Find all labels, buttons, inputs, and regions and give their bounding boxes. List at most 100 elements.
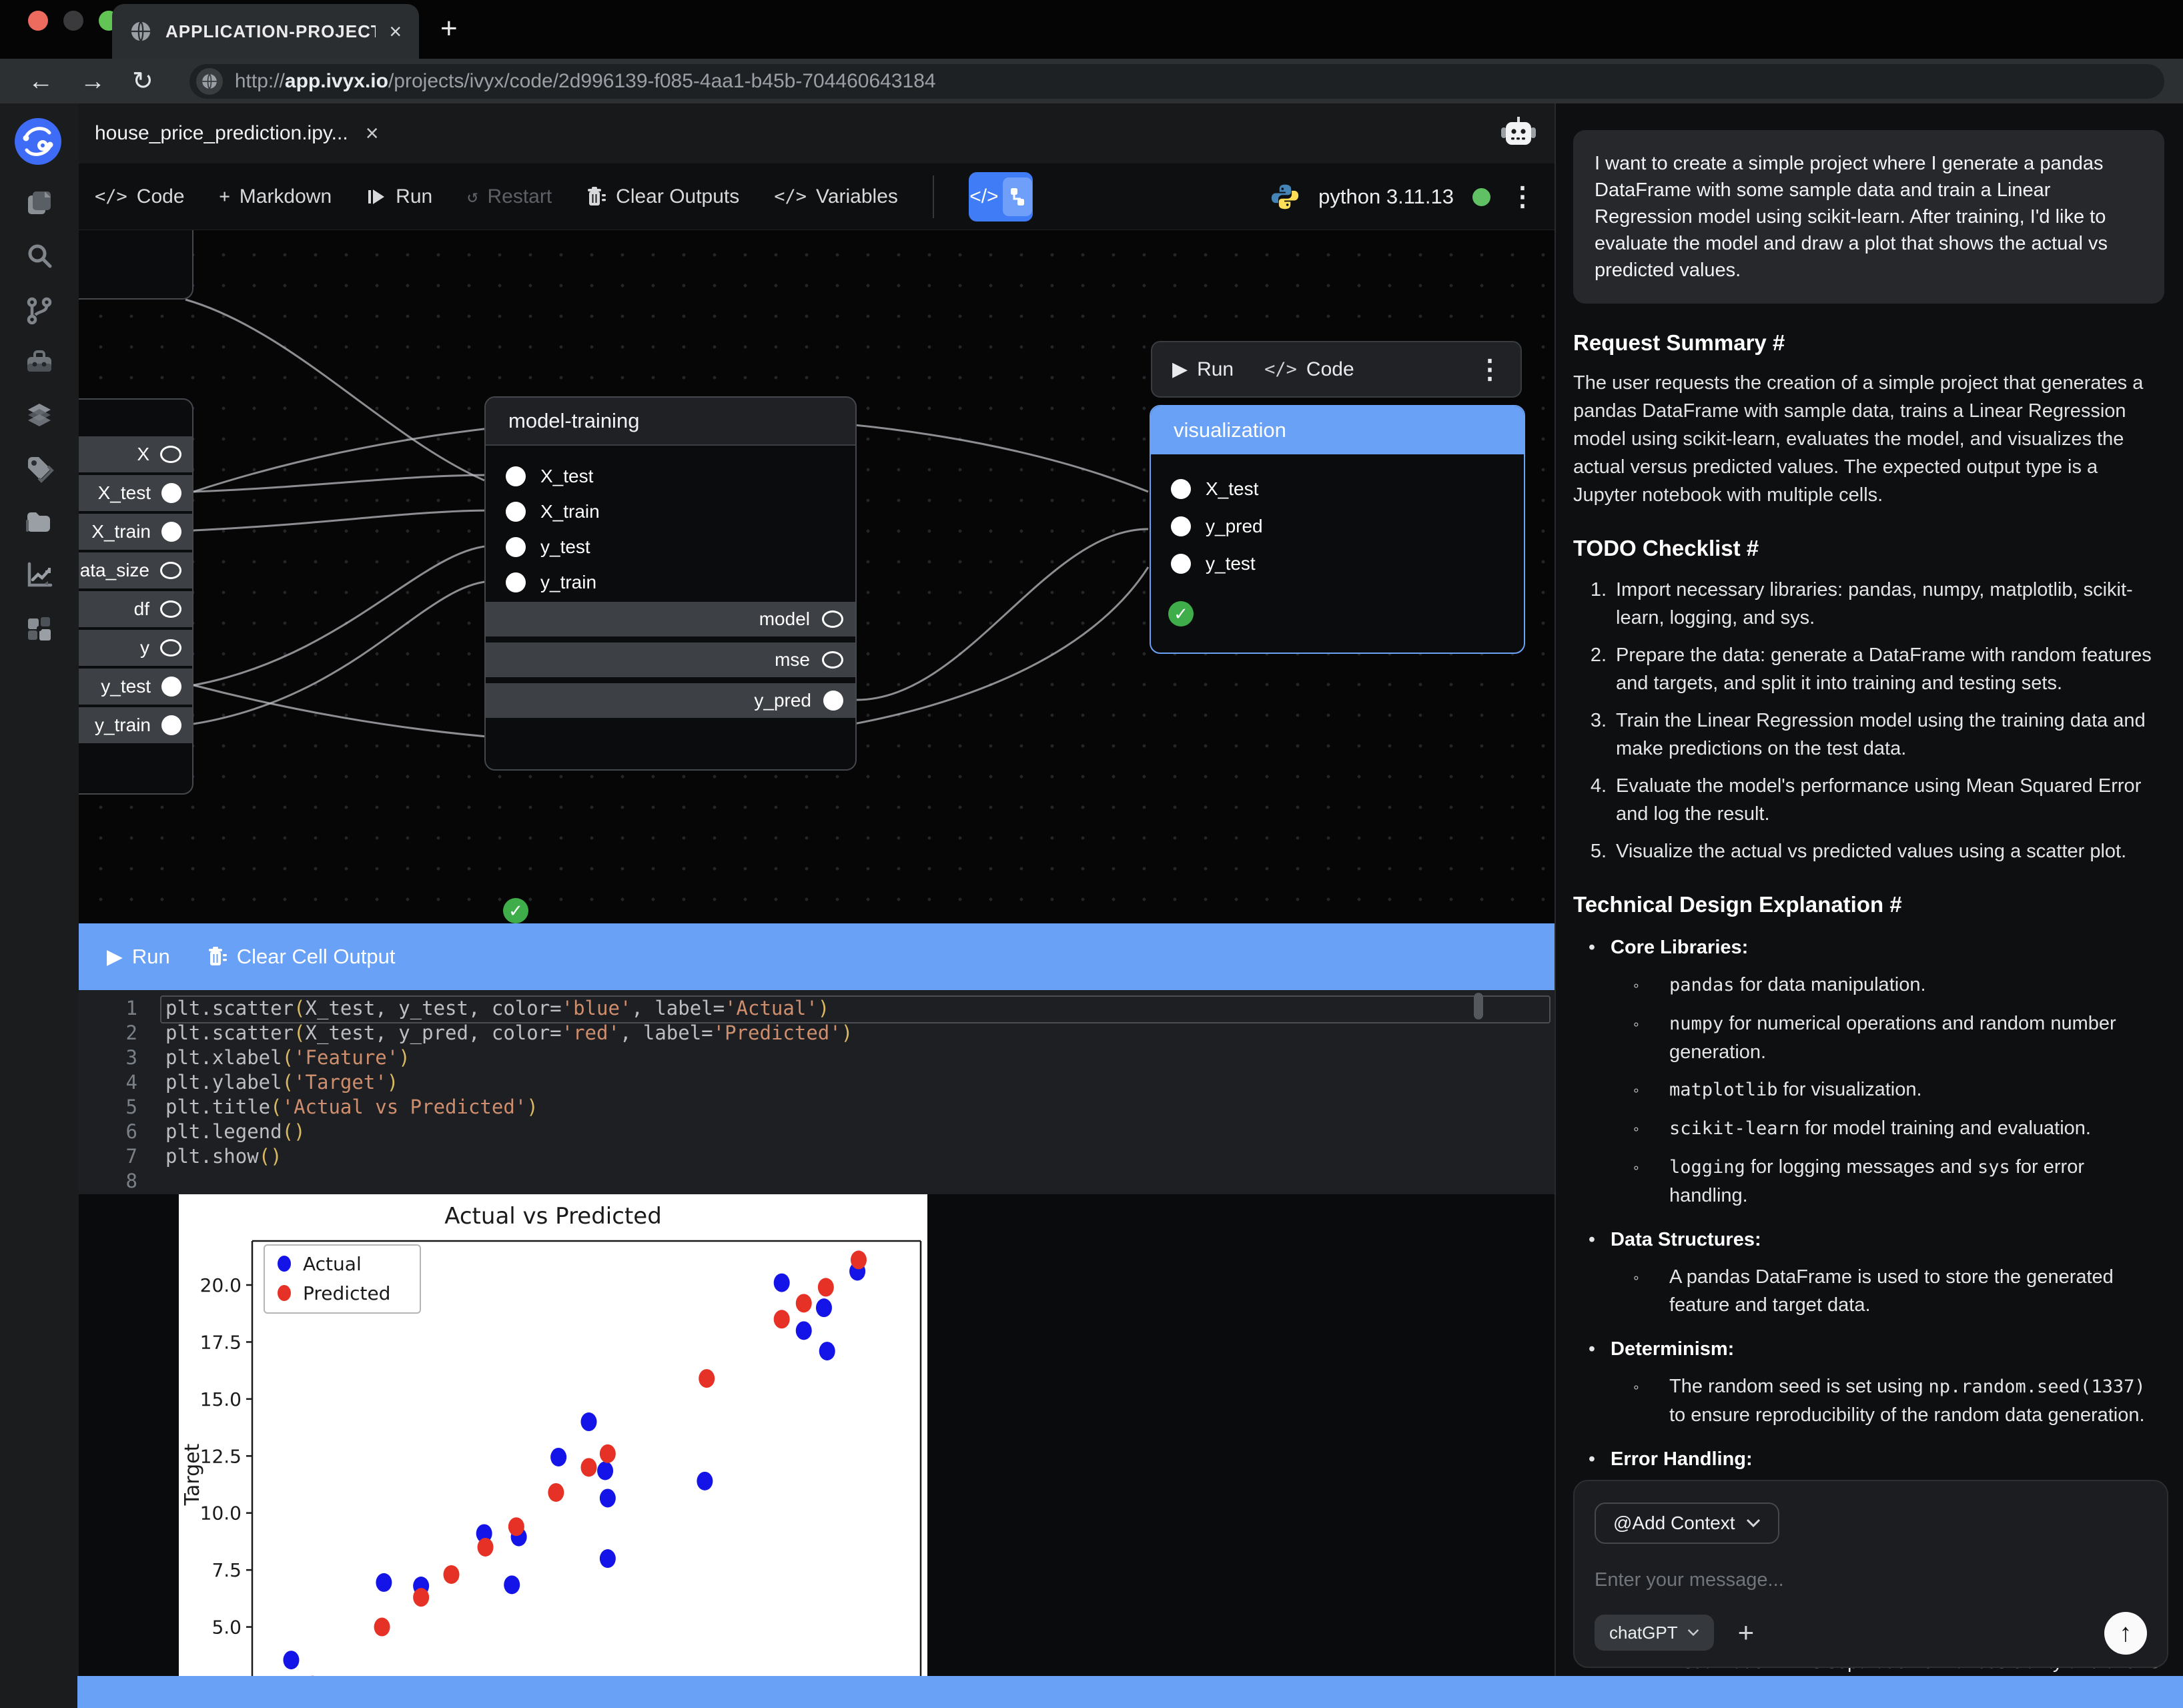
code-graph-view-toggle[interactable]: </>: [969, 172, 1033, 222]
variables-button[interactable]: </>Variables: [774, 185, 898, 208]
node-code-button[interactable]: </>Code: [1264, 358, 1354, 381]
model-selector[interactable]: chatGPT: [1595, 1615, 1714, 1651]
send-button[interactable]: ↑: [2104, 1612, 2147, 1655]
port-dot-icon[interactable]: [160, 562, 181, 579]
port-dot-icon[interactable]: [823, 691, 843, 711]
code-line[interactable]: 2plt.scatter(X_test, y_pred, color='red'…: [79, 1021, 1555, 1046]
port-dot-icon[interactable]: [506, 537, 526, 557]
git-branch-icon[interactable]: [24, 296, 55, 326]
port-dot-icon[interactable]: [1171, 479, 1191, 499]
url-bar[interactable]: http://app.ivyx.io/projects/ivyx/code/2d…: [189, 64, 2164, 99]
code-line[interactable]: 3plt.xlabel('Feature'): [79, 1046, 1555, 1071]
run-all-button[interactable]: Run: [366, 185, 432, 208]
port-dot-icon[interactable]: [1171, 554, 1191, 574]
editor-scrollbar[interactable]: [1474, 993, 1483, 1019]
graph-view-icon[interactable]: [1003, 177, 1032, 216]
folder-icon[interactable]: [24, 506, 55, 537]
output-port[interactable]: y_test: [79, 669, 192, 705]
new-tab-button[interactable]: +: [440, 12, 458, 45]
cell-run-button[interactable]: ▶Run: [107, 945, 170, 969]
search-icon[interactable]: [24, 241, 55, 272]
output-port[interactable]: data_size: [79, 552, 192, 588]
clear-outputs-button[interactable]: Clear Outputs: [586, 185, 739, 208]
chat-input-card[interactable]: @Add Context Enter your message... chatG…: [1573, 1480, 2168, 1668]
input-port[interactable]: y_test: [1171, 553, 1256, 574]
visualization-node[interactable]: visualization X_testy_predy_test ✓: [1150, 405, 1525, 654]
output-port[interactable]: y: [79, 630, 192, 666]
output-port[interactable]: X_test: [79, 475, 192, 511]
layers-icon[interactable]: [24, 400, 55, 430]
tag-icon[interactable]: [24, 453, 55, 484]
restart-kernel-button[interactable]: ↺Restart: [467, 185, 552, 208]
assistant-scroll-area[interactable]: I want to create a simple project where …: [1556, 103, 2183, 1708]
port-dot-icon[interactable]: [822, 651, 843, 669]
port-dot-icon[interactable]: [161, 483, 181, 503]
output-port[interactable]: df: [79, 591, 192, 627]
node-title[interactable]: model-training: [486, 398, 855, 446]
port-dot-icon[interactable]: [506, 502, 526, 522]
output-port[interactable]: X_train: [79, 514, 192, 550]
analytics-icon[interactable]: [24, 560, 55, 590]
cell-clear-output-button[interactable]: Clear Cell Output: [207, 945, 396, 969]
port-dot-icon[interactable]: [161, 677, 181, 697]
port-dot-icon[interactable]: [822, 610, 843, 628]
file-tab-close-icon[interactable]: ×: [366, 121, 379, 147]
input-port[interactable]: y_test: [506, 536, 590, 558]
code-line[interactable]: 1plt.scatter(X_test, y_test, color='blue…: [79, 997, 1555, 1021]
output-port[interactable]: y_pred: [486, 683, 855, 718]
add-code-cell-button[interactable]: </>Code: [95, 185, 185, 208]
output-port[interactable]: X: [79, 436, 192, 472]
files-icon[interactable]: [24, 187, 55, 218]
toolbox-icon[interactable]: [24, 348, 55, 378]
output-port[interactable]: y_train: [79, 707, 192, 743]
integrations-icon[interactable]: [24, 613, 55, 644]
window-close-button[interactable]: [28, 11, 48, 31]
code-line[interactable]: 6plt.legend(): [79, 1120, 1555, 1145]
node-run-button[interactable]: ▶Run: [1172, 358, 1234, 381]
tab-close-icon[interactable]: ×: [389, 19, 402, 44]
message-input[interactable]: Enter your message...: [1595, 1569, 2147, 1591]
kernel-version[interactable]: python 3.11.13: [1318, 185, 1454, 209]
output-port[interactable]: model: [486, 602, 855, 636]
line-number: 5: [79, 1096, 137, 1120]
assistant-robot-icon[interactable]: [1500, 115, 1537, 150]
model-training-node[interactable]: model-training X_test X_train y_test y_trai…: [484, 396, 857, 771]
reload-button[interactable]: ↻: [132, 69, 153, 94]
browser-navbar: ← → ↻ http://app.ivyx.io/projects/ivyx/c…: [0, 59, 2183, 103]
input-port[interactable]: X_train: [506, 501, 600, 522]
kebab-menu-icon[interactable]: ⋮: [1509, 189, 1536, 205]
forward-button[interactable]: →: [80, 69, 105, 94]
url-text: http://app.ivyx.io/projects/ivyx/code/2d…: [235, 70, 936, 93]
add-context-button[interactable]: @Add Context: [1595, 1503, 1779, 1544]
back-button[interactable]: ←: [28, 69, 53, 94]
input-port[interactable]: X_test: [1171, 478, 1258, 500]
input-port[interactable]: y_pred: [1171, 516, 1263, 537]
partial-node[interactable]: [79, 230, 193, 300]
node-kebab-icon[interactable]: ⋮: [1476, 362, 1503, 378]
output-port[interactable]: mse: [486, 643, 855, 677]
port-dot-icon[interactable]: [160, 600, 181, 618]
port-dot-icon[interactable]: [161, 522, 181, 542]
data-prep-node[interactable]: X X_test X_train data_size df y y_test y…: [79, 398, 193, 795]
input-port[interactable]: y_train: [506, 572, 596, 593]
code-editor[interactable]: 1plt.scatter(X_test, y_test, color='blue…: [79, 990, 1555, 1194]
node-title[interactable]: visualization: [1151, 406, 1524, 454]
code-line[interactable]: 4plt.ylabel('Target'): [79, 1071, 1555, 1096]
port-dot-icon[interactable]: [160, 639, 181, 657]
window-minimize-button[interactable]: [63, 11, 83, 31]
code-line[interactable]: 7plt.show(): [79, 1145, 1555, 1170]
port-dot-icon[interactable]: [160, 446, 181, 463]
port-dot-icon[interactable]: [506, 572, 526, 592]
add-markdown-cell-button[interactable]: +Markdown: [220, 185, 332, 208]
node-graph-canvas[interactable]: X X_test X_train data_size df y y_test y…: [79, 230, 1555, 923]
port-dot-icon[interactable]: [506, 466, 526, 486]
input-port[interactable]: X_test: [506, 466, 593, 487]
attach-plus-button[interactable]: +: [1738, 1617, 1755, 1649]
port-dot-icon[interactable]: [161, 715, 181, 735]
file-tab[interactable]: house_price_prediction.ipy...: [95, 122, 348, 145]
code-line[interactable]: 8: [79, 1170, 1555, 1194]
port-dot-icon[interactable]: [1171, 516, 1191, 536]
code-line[interactable]: 5plt.title('Actual vs Predicted'): [79, 1096, 1555, 1120]
browser-tab[interactable]: APPLICATION-PROJECTS ×: [112, 4, 419, 59]
ivyx-logo[interactable]: [15, 118, 61, 165]
